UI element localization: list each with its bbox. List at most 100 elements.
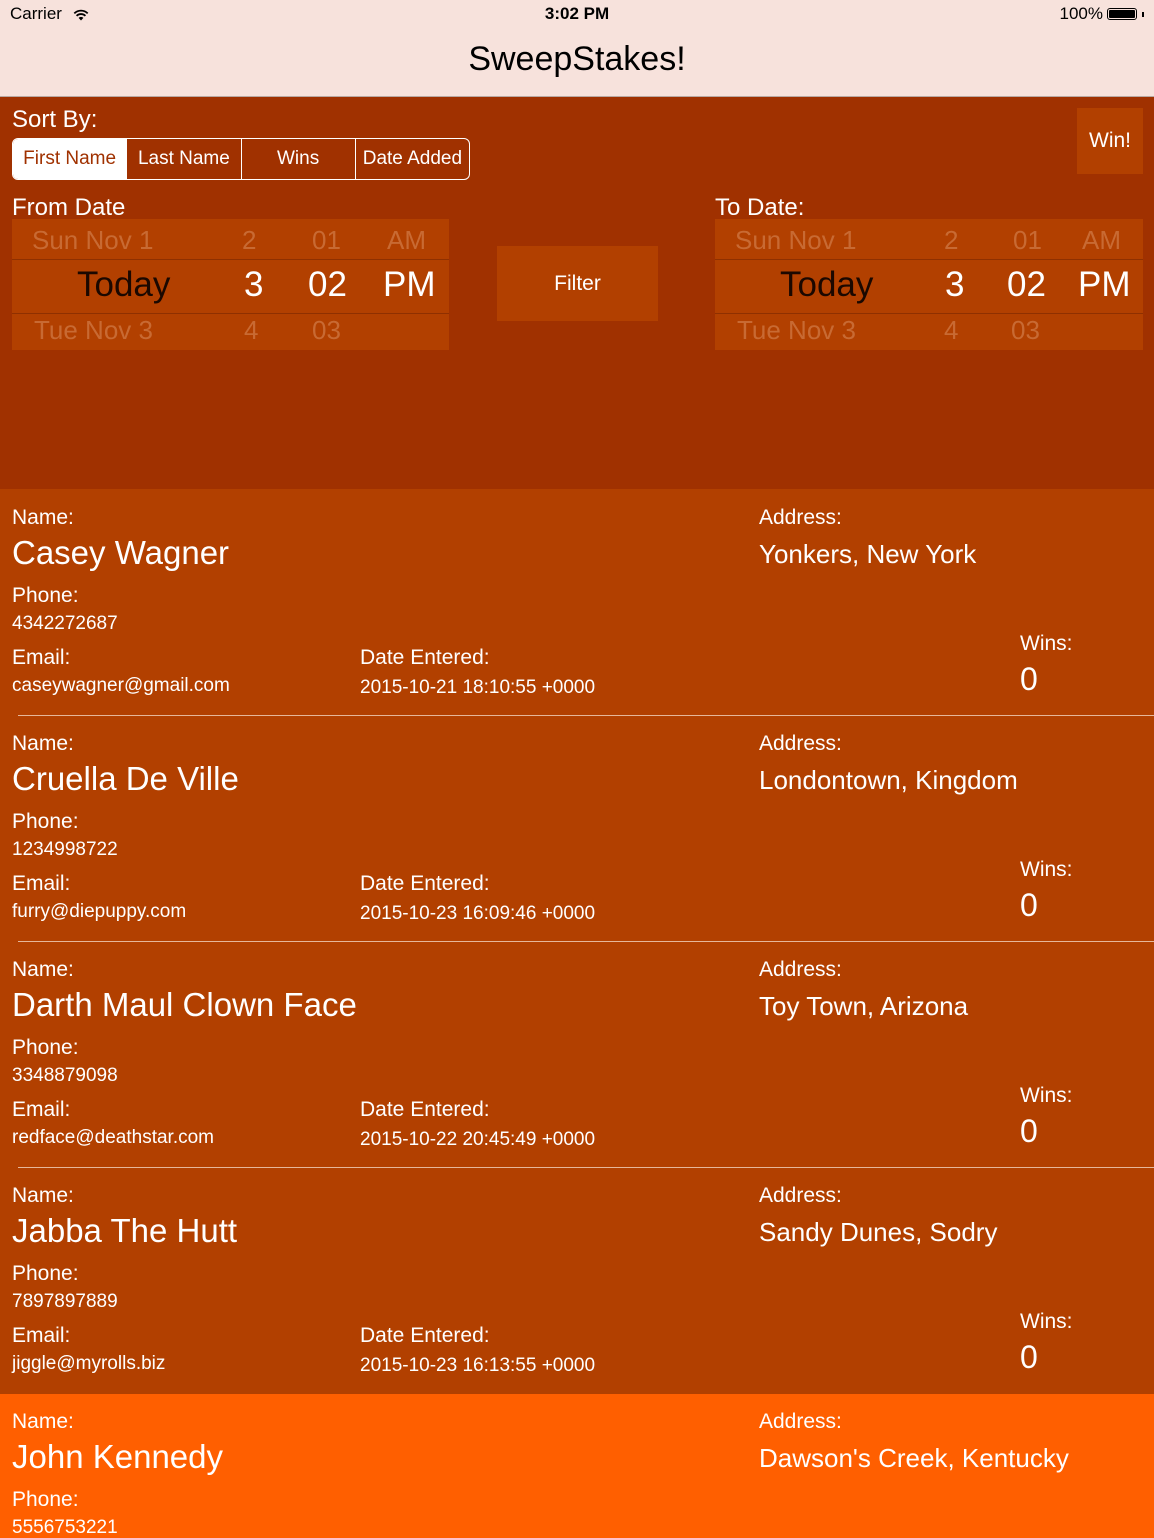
from-picker-day-above: Sun Nov 1 xyxy=(32,225,154,255)
list-item-selected[interactable]: Name: John Kennedy Phone: 5556753221 Add… xyxy=(0,1394,1154,1538)
entry-phone: 3348879098 xyxy=(12,1065,118,1086)
address-label: Address: xyxy=(759,732,842,755)
sort-first-name[interactable]: First Name xyxy=(13,139,128,179)
phone-label: Phone: xyxy=(12,1488,79,1511)
filter-button[interactable]: Filter xyxy=(497,246,658,321)
address-label: Address: xyxy=(759,506,842,529)
entry-email: redface@deathstar.com xyxy=(12,1127,215,1148)
from-picker-minute-above: 01 xyxy=(312,225,341,255)
sort-last-name[interactable]: Last Name xyxy=(127,139,242,179)
battery-icon xyxy=(1107,8,1137,20)
from-picker-ampm: PM xyxy=(383,265,436,304)
from-picker-minute-below: 03 xyxy=(312,315,341,345)
address-label: Address: xyxy=(759,1184,842,1207)
to-picker-day-below: Tue Nov 3 xyxy=(737,315,856,345)
sort-wins[interactable]: Wins xyxy=(242,139,356,179)
battery-percent: 100% xyxy=(1059,4,1103,23)
entry-wins: 0 xyxy=(1020,1339,1038,1375)
sort-by-label: Sort By: xyxy=(12,106,98,133)
entry-email: furry@diepuppy.com xyxy=(12,901,187,922)
email-label: Email: xyxy=(12,646,71,669)
phone-label: Phone: xyxy=(12,1262,79,1285)
from-picker-minute: 02 xyxy=(308,265,347,304)
date-entered-label: Date Entered: xyxy=(360,646,490,669)
name-label: Name: xyxy=(12,732,74,755)
date-entered-label: Date Entered: xyxy=(360,1098,490,1121)
entry-wins: 0 xyxy=(1020,1113,1038,1149)
entries-list[interactable]: Name: Casey Wagner Phone: 4342272687 Ema… xyxy=(0,490,1154,1538)
to-picker-ampm: PM xyxy=(1078,265,1131,304)
from-picker-day-below: Tue Nov 3 xyxy=(34,315,153,345)
filter-panel: Sort By: First Name Last Name Wins Date … xyxy=(0,97,1154,489)
entry-address: Sandy Dunes, Sodry xyxy=(759,1217,998,1247)
email-label: Email: xyxy=(12,1324,71,1347)
list-item[interactable]: Name: Jabba The Hutt Phone: 7897897889 E… xyxy=(0,1168,1154,1394)
to-picker-hour-below: 4 xyxy=(944,315,959,345)
phone-label: Phone: xyxy=(12,1036,79,1059)
address-label: Address: xyxy=(759,1410,842,1433)
from-picker-hour: 3 xyxy=(244,265,264,304)
email-label: Email: xyxy=(12,872,71,895)
phone-label: Phone: xyxy=(12,810,79,833)
wins-label: Wins: xyxy=(1020,858,1073,881)
to-picker-ampm-above: AM xyxy=(1082,225,1121,255)
entry-phone: 4342272687 xyxy=(12,613,118,634)
entry-name: Darth Maul Clown Face xyxy=(12,986,357,1023)
entry-address: Toy Town, Arizona xyxy=(759,991,969,1021)
name-label: Name: xyxy=(12,1184,74,1207)
name-label: Name: xyxy=(12,1410,74,1433)
list-item[interactable]: Name: Casey Wagner Phone: 4342272687 Ema… xyxy=(0,490,1154,716)
entry-date-entered: 2015-10-23 16:13:55 +0000 xyxy=(360,1355,596,1376)
to-picker-minute-above: 01 xyxy=(1013,225,1042,255)
address-label: Address: xyxy=(759,958,842,981)
entry-wins: 0 xyxy=(1020,887,1038,923)
from-date-picker[interactable]: Sun Nov 1 2 01 AM Today 3 02 PM Tue Nov … xyxy=(12,219,449,350)
status-time: 3:02 PM xyxy=(544,4,610,23)
entry-name: Casey Wagner xyxy=(12,534,230,571)
name-label: Name: xyxy=(12,506,74,529)
entry-name: Cruella De Ville xyxy=(12,760,239,797)
list-item[interactable]: Name: Darth Maul Clown Face Phone: 33488… xyxy=(0,942,1154,1168)
to-picker-hour: 3 xyxy=(945,265,965,304)
to-date-label: To Date: xyxy=(715,194,805,221)
from-date-label: From Date xyxy=(12,194,126,221)
wins-label: Wins: xyxy=(1020,632,1073,655)
to-picker-minute: 02 xyxy=(1007,265,1046,304)
entry-address: Yonkers, New York xyxy=(759,539,977,569)
from-picker-ampm-above: AM xyxy=(387,225,426,255)
sort-segmented-control[interactable]: First Name Last Name Wins Date Added xyxy=(12,138,470,180)
page-title: SweepStakes! xyxy=(468,40,686,78)
entry-date-entered: 2015-10-23 16:09:46 +0000 xyxy=(360,903,596,924)
list-item[interactable]: Name: Cruella De Ville Phone: 1234998722… xyxy=(0,716,1154,942)
phone-label: Phone: xyxy=(12,584,79,607)
entry-name: John Kennedy xyxy=(12,1438,224,1475)
entry-address: Londontown, Kingdom xyxy=(759,765,1018,795)
status-battery: 100% xyxy=(1060,4,1144,24)
to-picker-hour-above: 2 xyxy=(944,225,959,255)
entry-email: jiggle@myrolls.biz xyxy=(12,1353,166,1374)
entry-address: Dawson's Creek, Kentucky xyxy=(759,1443,1069,1473)
entry-phone: 1234998722 xyxy=(12,839,118,860)
date-entered-label: Date Entered: xyxy=(360,872,490,895)
from-picker-day: Today xyxy=(77,265,171,304)
entry-email: caseywagner@gmail.com xyxy=(12,675,230,696)
entry-name: Jabba The Hutt xyxy=(12,1212,238,1249)
wins-label: Wins: xyxy=(1020,1310,1073,1333)
name-label: Name: xyxy=(12,958,74,981)
entry-wins: 0 xyxy=(1020,661,1038,697)
from-picker-hour-below: 4 xyxy=(244,315,259,345)
to-picker-minute-below: 03 xyxy=(1011,315,1040,345)
email-label: Email: xyxy=(12,1098,71,1121)
sort-date-added[interactable]: Date Added xyxy=(356,139,469,179)
to-date-picker[interactable]: Sun Nov 1 2 01 AM Today 3 02 PM Tue Nov … xyxy=(715,219,1143,350)
to-picker-day-above: Sun Nov 1 xyxy=(735,225,857,255)
to-picker-day: Today xyxy=(780,265,874,304)
entry-phone: 5556753221 xyxy=(12,1517,118,1538)
date-entered-label: Date Entered: xyxy=(360,1324,490,1347)
entry-phone: 7897897889 xyxy=(12,1291,118,1312)
navigation-bar: Carrier 3:02 PM 100% SweepStakes! xyxy=(0,0,1154,97)
entry-date-entered: 2015-10-21 18:10:55 +0000 xyxy=(360,677,596,698)
wins-label: Wins: xyxy=(1020,1084,1073,1107)
win-button[interactable]: Win! xyxy=(1077,108,1143,174)
from-picker-hour-above: 2 xyxy=(242,225,257,255)
